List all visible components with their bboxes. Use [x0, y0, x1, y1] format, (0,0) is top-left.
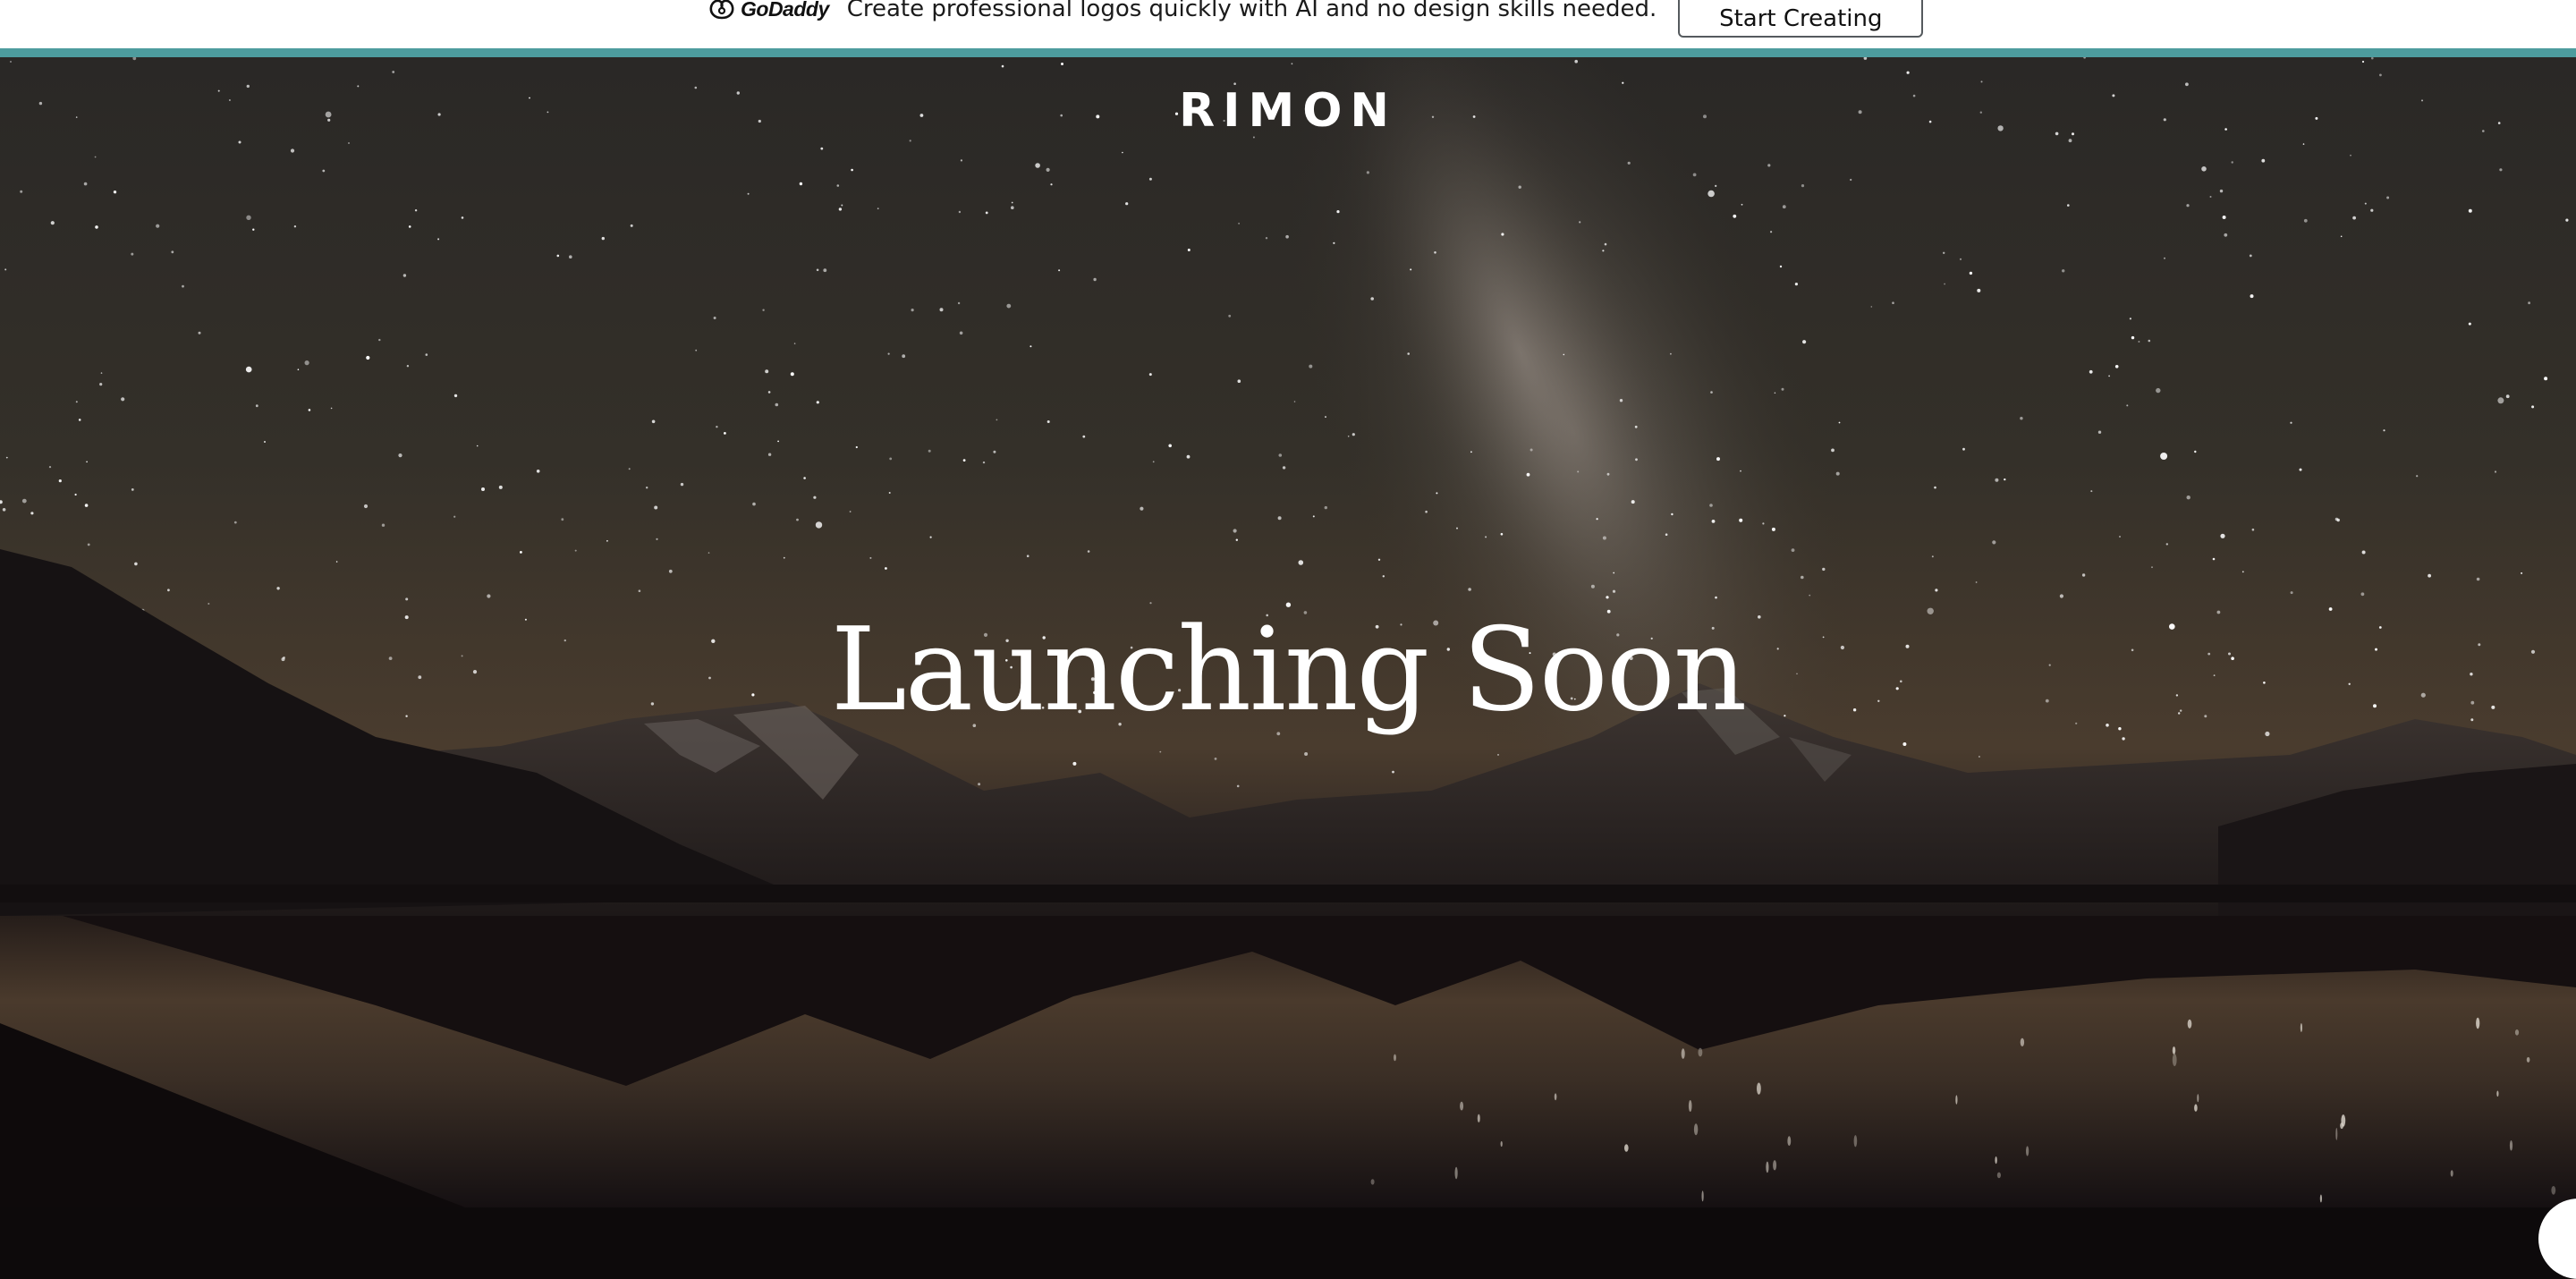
- godaddy-logo[interactable]: GoDaddy: [708, 0, 829, 21]
- start-creating-button[interactable]: Start Creating: [1678, 0, 1924, 38]
- hero-headline: Launching Soon: [830, 604, 1748, 737]
- godaddy-wordmark: GoDaddy: [741, 0, 829, 21]
- hero-section: RIMON Launching Soon: [0, 57, 2576, 1207]
- banner-accent-divider: [0, 48, 2576, 57]
- promo-message: Create professional logos quickly with A…: [846, 0, 1657, 22]
- chat-widget-button[interactable]: [2538, 1199, 2576, 1279]
- promo-banner: GoDaddy Create professional logos quickl…: [0, 0, 2576, 48]
- promo-content: GoDaddy Create professional logos quickl…: [708, 0, 1924, 38]
- site-logo: RIMON: [0, 84, 2576, 138]
- godaddy-logo-icon: [709, 0, 734, 20]
- site-logo-link[interactable]: RIMON: [1179, 84, 1397, 138]
